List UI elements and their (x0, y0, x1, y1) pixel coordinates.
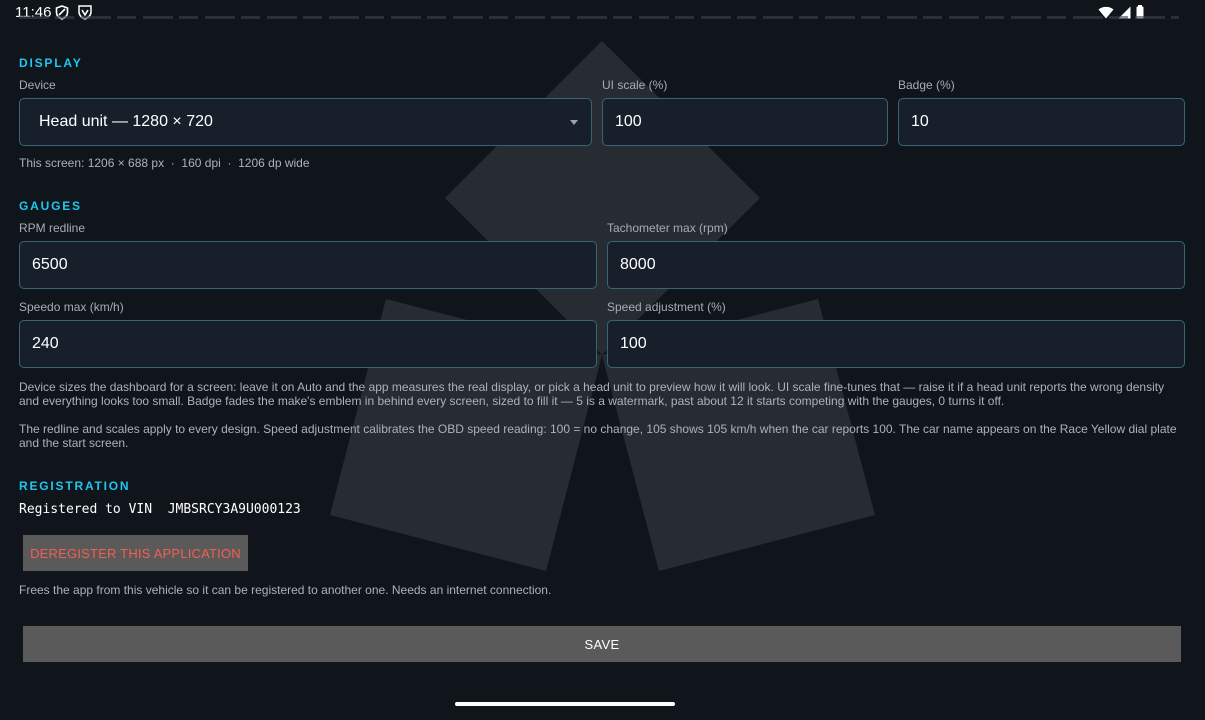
section-title-registration: REGISTRATION (19, 479, 131, 493)
screen-info: This screen: 1206 × 688 px · 160 dpi · 1… (19, 156, 310, 170)
tach-max-input[interactable]: 8000 (607, 241, 1185, 289)
badge-input[interactable]: 10 (898, 98, 1185, 146)
display-help-text: Device sizes the dashboard for a screen:… (19, 380, 1165, 408)
speedo-max-label: Speedo max (km/h) (19, 300, 124, 314)
registered-vin: Registered to VIN JMBSRCY3A9U000123 (19, 502, 301, 517)
ui-scale-input[interactable]: 100 (602, 98, 888, 146)
speed-adjustment-input[interactable]: 100 (607, 320, 1185, 368)
badge-label: Badge (%) (898, 78, 955, 92)
gesture-nav-handle[interactable] (455, 702, 675, 706)
scrolled-off-text (19, 10, 1179, 24)
section-title-gauges: GAUGES (19, 199, 82, 213)
settings-screen: 11:46 DISPLAY Device Head unit — 1280 × … (0, 0, 1205, 720)
ui-scale-label: UI scale (%) (602, 78, 668, 92)
tach-max-label: Tachometer max (rpm) (607, 221, 728, 235)
deregister-help-text: Frees the app from this vehicle so it ca… (19, 583, 552, 597)
dropdown-arrow-icon (570, 120, 578, 125)
device-select-value: Head unit — 1280 × 720 (39, 113, 213, 130)
gauges-help-text: The redline and scales apply to every de… (19, 422, 1177, 450)
device-label: Device (19, 78, 56, 92)
section-title-display: DISPLAY (19, 56, 83, 70)
device-select[interactable]: Head unit — 1280 × 720 (19, 98, 592, 146)
speed-adjustment-label: Speed adjustment (%) (607, 300, 726, 314)
save-button[interactable]: SAVE (23, 626, 1181, 662)
speedo-max-input[interactable]: 240 (19, 320, 597, 368)
rpm-redline-label: RPM redline (19, 221, 86, 235)
rpm-redline-input[interactable]: 6500 (19, 241, 597, 289)
deregister-button[interactable]: DEREGISTER THIS APPLICATION (23, 535, 248, 571)
